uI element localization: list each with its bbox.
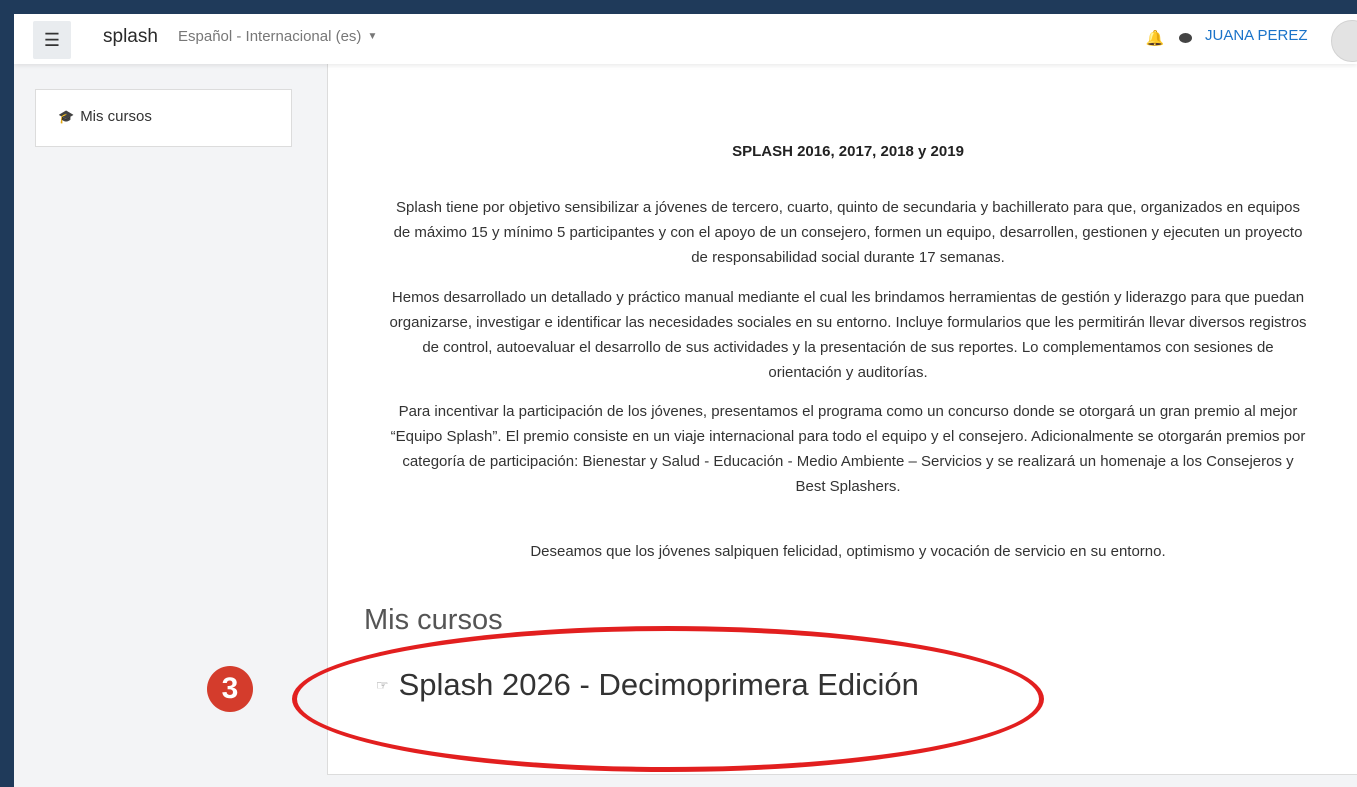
- intro-paragraph-1: Splash tiene por objetivo sensibilizar a…: [393, 199, 1303, 266]
- sidebar-item-mis-cursos[interactable]: 🎓 Mis cursos: [58, 108, 152, 125]
- avatar[interactable]: [1331, 20, 1357, 62]
- top-navbar: ☰ splash Español - Internacional (es) ▼ 🔔…: [14, 14, 1357, 64]
- caret-down-icon: ▼: [367, 31, 378, 42]
- sidebar-item-label: Mis cursos: [80, 108, 152, 125]
- language-label: Español - Internacional (es): [178, 28, 362, 45]
- graduation-cap-icon: 🎓: [58, 108, 75, 124]
- language-selector[interactable]: Español - Internacional (es) ▼: [178, 28, 377, 45]
- hamburger-menu-button[interactable]: ☰: [33, 21, 71, 59]
- menu-icon: ☰: [43, 29, 61, 50]
- app-window: ☰ splash Español - Internacional (es) ▼ 🔔…: [14, 14, 1357, 787]
- user-menu[interactable]: JUANA PEREZ: [1205, 27, 1308, 44]
- site-brand[interactable]: splash: [103, 26, 158, 48]
- bell-icon[interactable]: 🔔: [1144, 27, 1166, 49]
- courses-section-title: Mis cursos: [364, 604, 503, 636]
- step-number-badge: 3: [207, 666, 253, 712]
- page-heading: SPLASH 2016, 2017, 2018 y 2019: [732, 143, 964, 160]
- highlight-ellipse: [292, 626, 1044, 772]
- sidebar-nav: 🎓 Mis cursos: [35, 89, 292, 147]
- chat-icon[interactable]: [1174, 27, 1196, 49]
- intro-paragraph-4: Deseamos que los jóvenes salpiquen felic…: [530, 543, 1166, 560]
- intro-paragraph-3: Para incentivar la participación de los …: [390, 403, 1306, 495]
- intro-paragraph-2: Hemos desarrollado un detallado y prácti…: [389, 289, 1307, 381]
